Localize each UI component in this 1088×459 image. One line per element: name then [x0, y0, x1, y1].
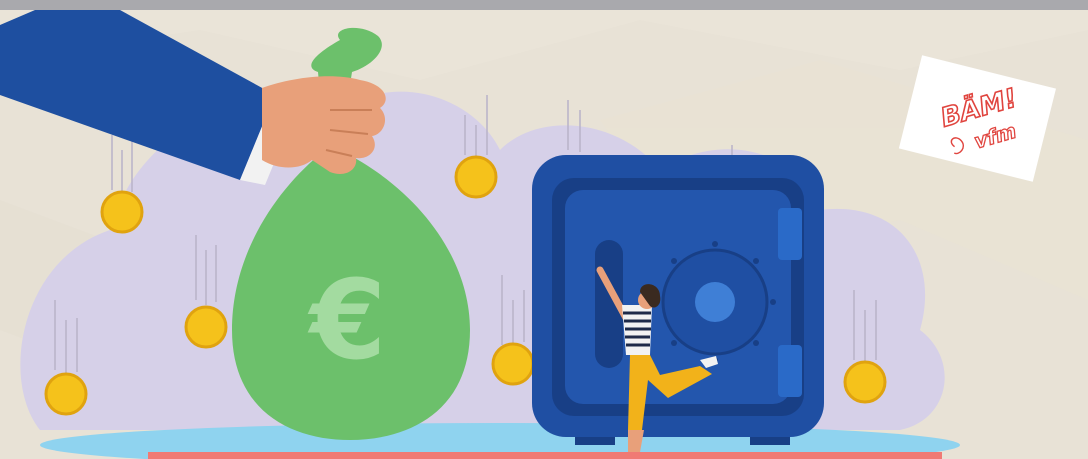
bottom-bar: [148, 452, 942, 459]
euro-symbol: €: [307, 256, 387, 384]
top-bar: [0, 0, 1088, 10]
safe-icon: [532, 155, 824, 445]
scene-svg: € BÄM! vfm: [0, 0, 1088, 459]
illustration: € BÄM! vfm: [0, 0, 1088, 459]
